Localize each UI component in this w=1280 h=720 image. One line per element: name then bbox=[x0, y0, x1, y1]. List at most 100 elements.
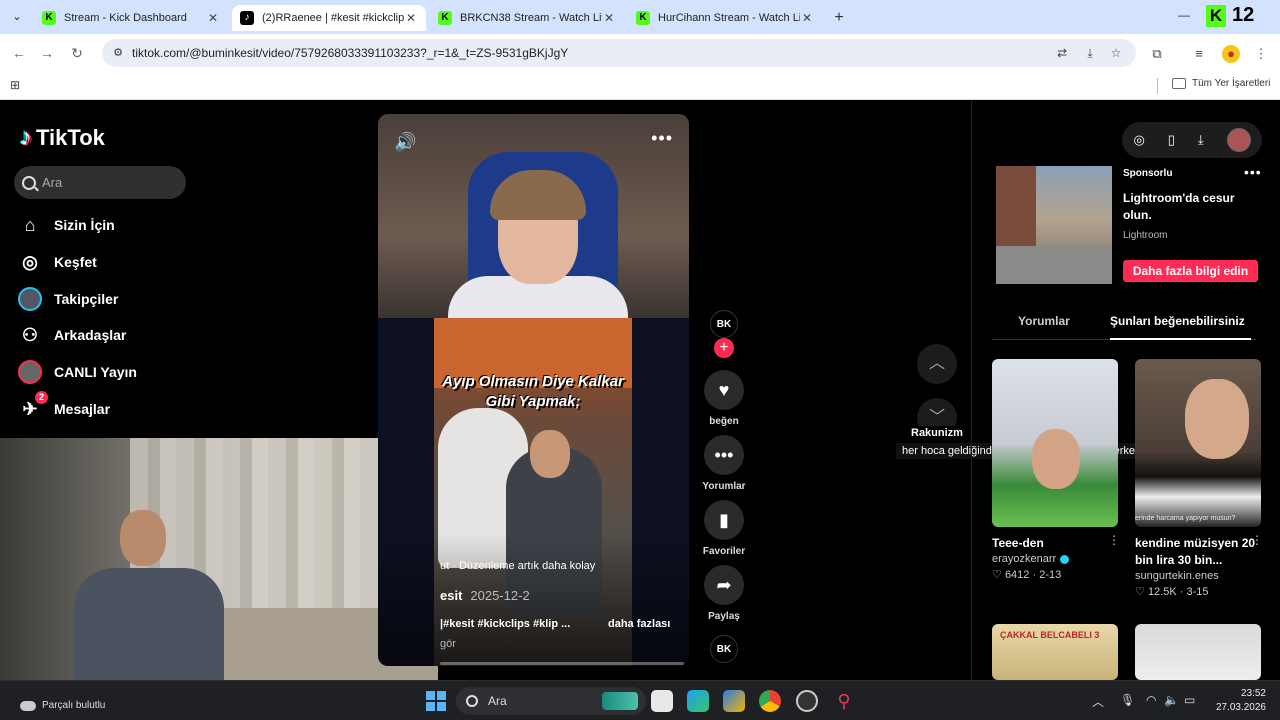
install-app-icon[interactable]: ⤓ bbox=[1082, 45, 1098, 61]
all-bookmarks-button[interactable]: Tüm Yer İşaretleri bbox=[1172, 78, 1270, 89]
volume-icon[interactable]: 🔊 bbox=[394, 132, 416, 153]
microphone-icon[interactable]: 🎙 bbox=[1120, 693, 1135, 707]
translate-icon[interactable]: ⇄ bbox=[1054, 45, 1070, 61]
close-tab-icon[interactable]: ✕ bbox=[602, 11, 616, 25]
video-more-icon[interactable]: ••• bbox=[651, 128, 673, 149]
compass-icon[interactable]: ◎ bbox=[1133, 132, 1144, 148]
nav-live[interactable]: CANLI Yayın bbox=[18, 359, 137, 385]
learn-more-button[interactable]: Daha fazla bilgi edin bbox=[1123, 260, 1258, 282]
tray-overflow-icon[interactable]: ︿ bbox=[1092, 693, 1104, 710]
bookmark-star-icon[interactable]: ☆ bbox=[1108, 45, 1124, 61]
media-control-icon[interactable]: ≡ bbox=[1190, 45, 1208, 63]
card-likes: 6412 bbox=[1004, 569, 1030, 581]
chrome-icon[interactable] bbox=[759, 690, 781, 712]
obs-icon[interactable] bbox=[796, 690, 818, 712]
heart-icon: ♥ bbox=[704, 370, 744, 410]
heart-outline-icon: ♡ bbox=[1135, 586, 1145, 598]
card-user[interactable]: erayozkenarr bbox=[992, 553, 1056, 565]
profile-avatar[interactable] bbox=[1226, 128, 1251, 152]
comments-button[interactable]: ••• Yorumlar bbox=[700, 435, 748, 492]
video-thumbnail[interactable] bbox=[1135, 624, 1261, 680]
extensions-icon[interactable]: ⧉ bbox=[1148, 45, 1166, 63]
forward-icon[interactable]: → bbox=[38, 44, 56, 62]
back-icon[interactable]: ← bbox=[10, 44, 28, 62]
video-thumbnail[interactable]: ÇAKKAL BELCABELI 3 bbox=[992, 624, 1118, 680]
follow-button[interactable]: + bbox=[714, 338, 734, 358]
comment-username: Rakunizm bbox=[907, 426, 967, 440]
suggested-video-card[interactable]: erinde harcama yapıyor musun? kendine mü… bbox=[1135, 359, 1263, 598]
creator-avatar[interactable]: BK bbox=[710, 310, 738, 338]
kick-favicon-icon: K bbox=[42, 11, 56, 25]
see-more-link[interactable]: daha fazlası bbox=[608, 618, 670, 630]
tab-search-menu-icon[interactable]: ⌄ bbox=[8, 8, 26, 26]
edge-icon[interactable] bbox=[687, 690, 709, 712]
video-facecam bbox=[378, 114, 689, 336]
close-tab-icon[interactable]: ✕ bbox=[800, 11, 814, 25]
search-box[interactable] bbox=[14, 166, 186, 199]
profile-avatar-icon[interactable]: ● bbox=[1222, 45, 1240, 63]
video-player[interactable]: 🔊 ••• Ayıp Olmasın Diye Kalkar Gibi Yapm… bbox=[378, 114, 689, 666]
tab-suggested[interactable]: Şunları beğenebilirsiniz bbox=[1110, 314, 1251, 340]
video-thumbnail[interactable]: erinde harcama yapıyor musun? bbox=[1135, 359, 1261, 527]
card-title: Teee-den bbox=[992, 536, 1044, 550]
search-input[interactable] bbox=[42, 175, 172, 190]
system-clock[interactable]: 23:52 27.03.2026 bbox=[1212, 687, 1266, 715]
apps-grid-icon[interactable]: ⊞ bbox=[10, 78, 20, 92]
wifi-icon[interactable]: ◠ bbox=[1146, 693, 1156, 707]
nav-friends[interactable]: ⚇ Arkadaşlar bbox=[18, 322, 126, 348]
like-button[interactable]: ♥ beğen bbox=[700, 370, 748, 427]
task-view-icon[interactable] bbox=[651, 690, 673, 712]
speaker-icon[interactable]: 🔈 bbox=[1164, 693, 1179, 707]
ad-brand: Lightroom bbox=[1123, 230, 1168, 241]
ad-image[interactable] bbox=[996, 166, 1112, 284]
tab-strip: ⌄ K Stream - Kick Dashboard ✕ ♪ (2)RRaen… bbox=[0, 0, 1280, 34]
thumb-overlay-text: ÇAKKAL BELCABELI 3 bbox=[1000, 630, 1100, 640]
video-author-row[interactable]: esit 2025-12-2 bbox=[440, 588, 530, 603]
video-thumbnail[interactable] bbox=[992, 359, 1118, 527]
ad-title[interactable]: Lightroom'da cesur olun. bbox=[1123, 190, 1253, 224]
site-info-icon[interactable]: ⚙ bbox=[110, 45, 126, 61]
nav-for-you[interactable]: ⌂ Sizin İçin bbox=[18, 212, 115, 238]
browser-menu-icon[interactable]: ⋮ bbox=[1252, 45, 1270, 63]
phone-icon[interactable]: ▯ bbox=[1168, 132, 1175, 148]
previous-video-button[interactable]: ︿ bbox=[917, 344, 957, 384]
download-icon[interactable]: ⤓ bbox=[1198, 132, 1204, 148]
minimize-window-icon[interactable]: — bbox=[1178, 8, 1190, 22]
battery-icon[interactable]: ▭ bbox=[1184, 693, 1195, 707]
ad-more-icon[interactable]: ••• bbox=[1244, 164, 1262, 180]
video-hashtags[interactable]: |#kesit #kickclips #klip ... bbox=[440, 618, 570, 630]
browser-tab[interactable]: K BRKCN38 Stream - Watch Live ✕ bbox=[430, 5, 624, 31]
nav-messages[interactable]: ✈ 2 Mesajlar bbox=[18, 391, 110, 422]
start-button[interactable] bbox=[426, 691, 446, 711]
nav-following[interactable]: Takipçiler bbox=[18, 286, 118, 312]
weather-widget[interactable]: Parçalı bulutlu bbox=[20, 700, 105, 711]
close-tab-icon[interactable]: ✕ bbox=[206, 11, 220, 25]
music-disc-avatar[interactable]: BK bbox=[710, 635, 738, 663]
store-icon[interactable] bbox=[723, 690, 745, 712]
tiktok-logo[interactable]: ♪ TikTok bbox=[20, 124, 105, 152]
suggested-video-card[interactable]: Teee-den erayozkenarr ♡ 6412 · 2-13 ⋮ bbox=[992, 359, 1120, 581]
address-bar[interactable]: ⚙ tiktok.com/@buminkesit/video/757926803… bbox=[102, 39, 1136, 67]
map-pin-icon[interactable]: ⚲ bbox=[833, 690, 855, 712]
url-text[interactable]: tiktok.com/@buminkesit/video/75792680333… bbox=[132, 46, 568, 60]
browser-tab[interactable]: K HurCihann Stream - Watch Live ✕ bbox=[628, 5, 822, 31]
browser-tab-active[interactable]: ♪ (2)RRaenee | #kesit #kickclips # ✕ bbox=[232, 5, 426, 31]
nav-explore[interactable]: ◎ Keşfet bbox=[18, 249, 97, 275]
video-author[interactable]: esit bbox=[440, 588, 462, 603]
reload-icon[interactable]: ↻ bbox=[68, 44, 86, 62]
close-tab-icon[interactable]: ✕ bbox=[404, 11, 418, 25]
taskbar-search[interactable]: Ara bbox=[456, 687, 646, 715]
share-button[interactable]: ➦ Paylaş bbox=[700, 565, 748, 622]
favorites-button[interactable]: ▮ Favoriler bbox=[700, 500, 748, 557]
card-user[interactable]: sungurtekin.enes bbox=[1135, 570, 1219, 582]
browser-tab[interactable]: K Stream - Kick Dashboard ✕ bbox=[34, 5, 228, 31]
tab-comments[interactable]: Yorumlar bbox=[1018, 314, 1070, 328]
card-options-icon[interactable]: ⋮ bbox=[1108, 533, 1120, 547]
new-tab-button[interactable]: + bbox=[829, 8, 849, 28]
search-icon bbox=[466, 695, 478, 707]
video-progress-bar[interactable] bbox=[440, 662, 684, 665]
card-likes: 12.5K bbox=[1147, 586, 1177, 598]
kick-count: 12 bbox=[1232, 4, 1255, 26]
see-translation-link[interactable]: gör bbox=[440, 638, 456, 650]
card-options-icon[interactable]: ⋮ bbox=[1251, 533, 1263, 547]
